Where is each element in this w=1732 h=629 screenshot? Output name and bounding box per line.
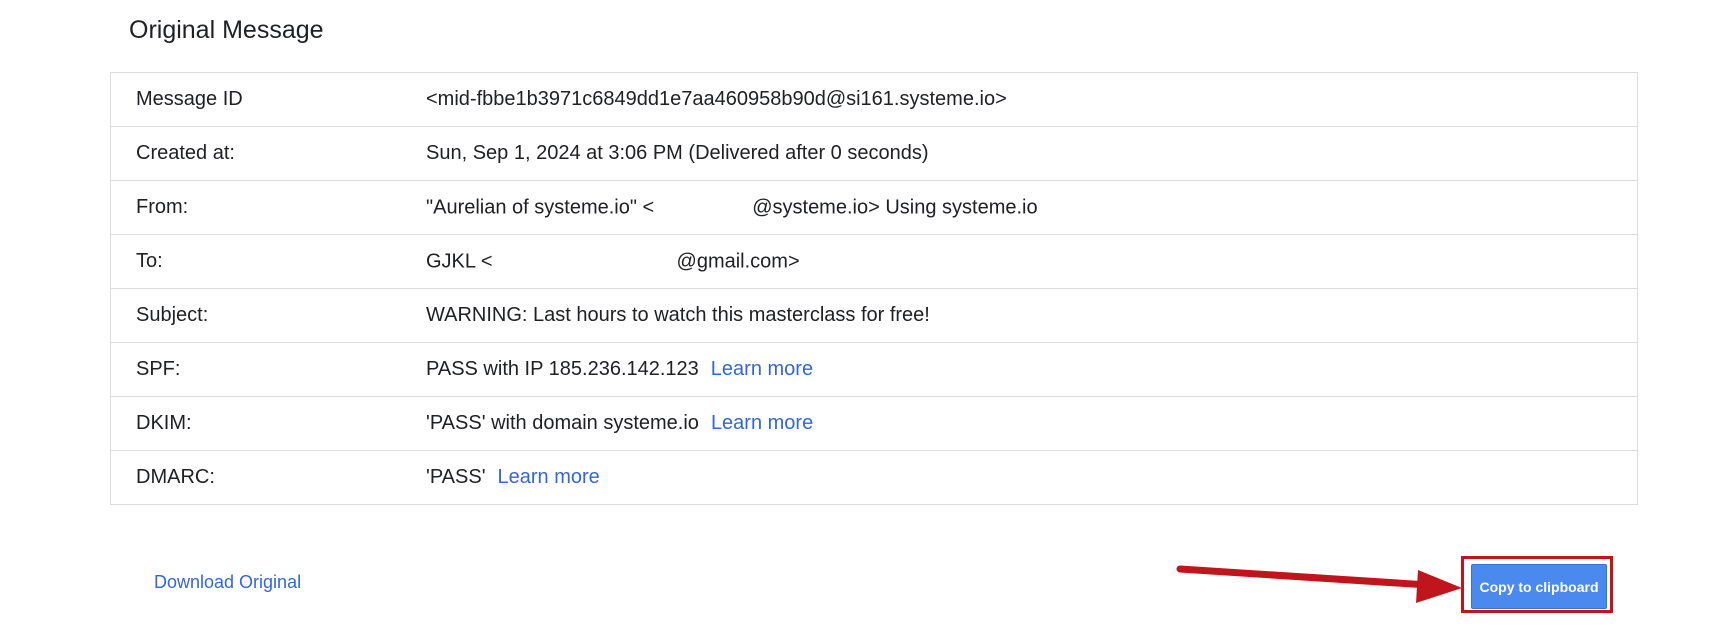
table-row-dkim: DKIM: 'PASS' with domain systeme.io Learn… — [110, 396, 1638, 451]
to-value: GJKL < @gmail.com> — [426, 234, 1638, 289]
message-id-value: <mid-fbbe1b3971c6849dd1e7aa460958b90d@si… — [426, 72, 1638, 127]
spf-value: PASS with IP 185.236.142.123 — [426, 358, 699, 380]
table-row-created-at: Created at: Sun, Sep 1, 2024 at 3:06 PM … — [110, 126, 1638, 181]
dmarc-value: 'PASS' — [426, 466, 486, 488]
table-row-spf: SPF: PASS with IP 185.236.142.123 Learn m… — [110, 342, 1638, 397]
spf-label: SPF: — [110, 342, 426, 397]
to-value-suffix: @gmail.com> — [676, 249, 800, 272]
dkim-value-cell: 'PASS' with domain systeme.io Learn more — [426, 396, 1638, 451]
table-row-dmarc: DMARC: 'PASS' Learn more — [110, 450, 1638, 505]
subject-label: Subject: — [110, 288, 426, 343]
dmarc-learn-more-link[interactable]: Learn more — [498, 466, 600, 488]
from-value: "Aurelian of systeme.io" < @systeme.io> U… — [426, 180, 1638, 235]
spf-learn-more-link[interactable]: Learn more — [711, 358, 813, 380]
table-row-message-id: Message ID <mid-fbbe1b3971c6849dd1e7aa46… — [110, 72, 1638, 127]
table-row-subject: Subject: WARNING: Last hours to watch th… — [110, 288, 1638, 343]
from-value-prefix: "Aurelian of systeme.io" < — [426, 195, 655, 218]
dmarc-label: DMARC: — [110, 450, 426, 505]
message-info-table: Message ID <mid-fbbe1b3971c6849dd1e7aa46… — [110, 72, 1638, 505]
subject-value: WARNING: Last hours to watch this master… — [426, 288, 1638, 343]
annotation-arrow-shaft — [1176, 565, 1432, 589]
from-label: From: — [110, 180, 426, 235]
to-value-prefix: GJKL < — [426, 249, 493, 272]
annotation-arrow-head — [1416, 570, 1462, 603]
page-title: Original Message — [129, 16, 324, 44]
dkim-value: 'PASS' with domain systeme.io — [426, 412, 699, 434]
dmarc-value-cell: 'PASS' Learn more — [426, 450, 1638, 505]
dkim-label: DKIM: — [110, 396, 426, 451]
to-label: To: — [110, 234, 426, 289]
dkim-learn-more-link[interactable]: Learn more — [711, 412, 813, 434]
spf-value-cell: PASS with IP 185.236.142.123 Learn more — [426, 342, 1638, 397]
message-id-label: Message ID — [110, 72, 426, 127]
redacted-block — [492, 247, 677, 272]
redacted-block — [654, 193, 753, 218]
download-original-link[interactable]: Download Original — [154, 572, 301, 593]
table-row-from: From: "Aurelian of systeme.io" < @systeme… — [110, 180, 1638, 235]
created-at-label: Created at: — [110, 126, 426, 181]
created-at-value: Sun, Sep 1, 2024 at 3:06 PM (Delivered a… — [426, 126, 1638, 181]
from-value-suffix: @systeme.io> Using systeme.io — [752, 195, 1038, 218]
copy-to-clipboard-button[interactable]: Copy to clipboard — [1471, 564, 1607, 609]
table-row-to: To: GJKL < @gmail.com> — [110, 234, 1638, 289]
